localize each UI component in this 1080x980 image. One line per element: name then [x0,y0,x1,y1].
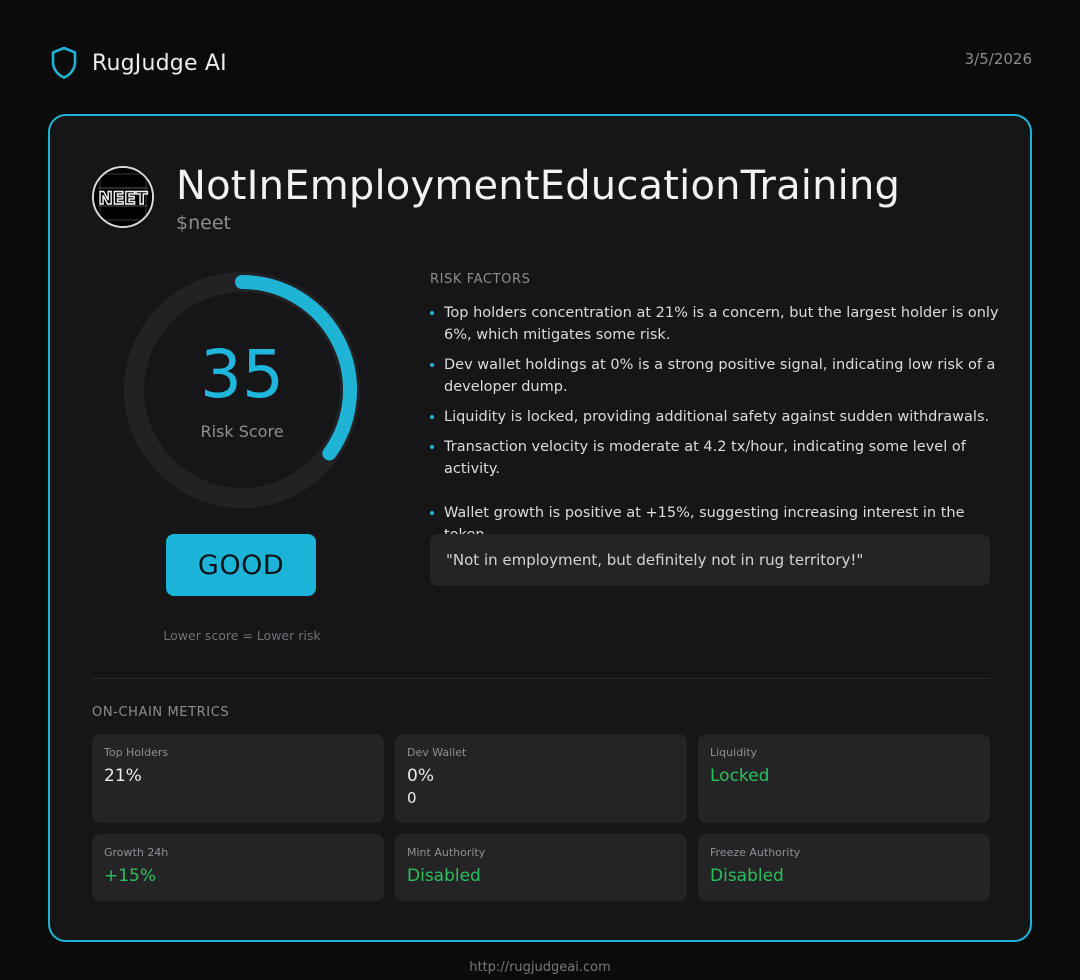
report-card: NEET NotInEmploymentEducationTraining $n… [48,114,1032,942]
verdict-badge: GOOD [166,534,316,596]
metric-value: +15% [104,866,157,886]
score-note: Lower score = Lower risk [163,628,321,643]
avatar-text: NEET [98,189,147,209]
metric-label: Liquidity [710,746,758,759]
risk-score-label: Risk Score [200,422,284,441]
brand: RugJudge AI [50,46,227,80]
metric-value: Disabled [407,866,481,886]
metric-label: Freeze Authority [710,846,801,859]
footer-url[interactable]: http://rugjudgeai.com [0,960,1080,975]
metric-label: Top Holders [104,746,169,759]
risk-factor-item: Transaction velocity is moderate at 4.2 … [430,436,1010,480]
report-page: RugJudge AI 3/5/2026 NEET NotInEmploymen… [0,0,1080,980]
shield-icon [50,46,78,80]
risk-factor-item: Top holders concentration at 21% is a co… [430,302,1010,346]
metric-subvalue: 0 [407,789,417,807]
metric-dev-wallet: Dev Wallet 0% 0 [395,734,687,823]
risk-factors-list: Top holders concentration at 21% is a co… [430,302,1010,554]
risk-factors-title: RISK FACTORS [430,272,531,287]
metric-liquidity: Liquidity Locked [698,734,990,823]
token-avatar: NEET [92,166,154,228]
metric-label: Dev Wallet [407,746,467,759]
metric-label: Mint Authority [407,846,486,859]
metric-value: Disabled [710,866,784,886]
metric-label: Growth 24h [104,846,169,859]
metric-value: Locked [710,766,770,786]
token-ticker: $neet [176,212,231,234]
metrics-title: ON-CHAIN METRICS [92,705,230,720]
metrics-grid: Top Holders 21% Dev Wallet 0% 0 Liquidit… [92,734,990,901]
token-titles: NotInEmploymentEducationTraining $neet [176,164,900,234]
section-divider [92,678,990,679]
brand-name: RugJudge AI [92,50,227,76]
metric-value: 0% [407,766,434,786]
metric-mint-authority: Mint Authority Disabled [395,834,687,901]
risk-gauge: 35 Risk Score [122,270,362,510]
token-name: NotInEmploymentEducationTraining [176,163,901,209]
risk-score-value: 35 [200,336,284,413]
verdict-quote: "Not in employment, but definitely not i… [430,534,990,586]
risk-factor-item: Dev wallet holdings at 0% is a strong po… [430,354,1010,398]
token-header: NEET NotInEmploymentEducationTraining $n… [92,164,900,234]
report-date: 3/5/2026 [964,50,1032,68]
metric-top-holders: Top Holders 21% [92,734,384,823]
risk-factor-item: Liquidity is locked, providing additiona… [430,406,1010,428]
metric-value: 21% [104,766,142,786]
metric-freeze-authority: Freeze Authority Disabled [698,834,990,901]
metric-growth-24h: Growth 24h +15% [92,834,384,901]
